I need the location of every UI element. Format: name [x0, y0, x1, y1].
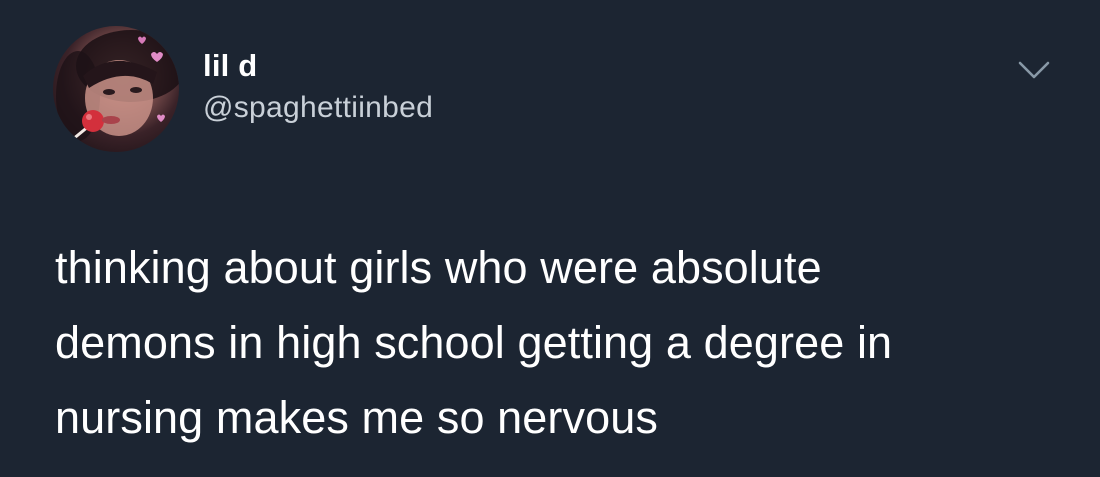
avatar[interactable] — [53, 26, 179, 152]
tweet-text-line: demons in high school getting a degree i… — [55, 317, 893, 368]
tweet-text-line: thinking about girls who were absolute — [55, 242, 822, 293]
tweet-text: thinking about girls who were absolute d… — [55, 230, 1075, 455]
tweet-card: lil d @spaghettiinbed thinking about gir… — [0, 0, 1100, 477]
user-info[interactable]: lil d @spaghettiinbed — [203, 48, 433, 126]
user-handle[interactable]: @spaghettiinbed — [203, 90, 433, 126]
chevron-down-icon[interactable] — [1014, 55, 1054, 85]
tweet-text-line: nursing makes me so nervous — [55, 392, 658, 443]
avatar-photo — [56, 30, 179, 146]
display-name[interactable]: lil d — [203, 48, 433, 84]
